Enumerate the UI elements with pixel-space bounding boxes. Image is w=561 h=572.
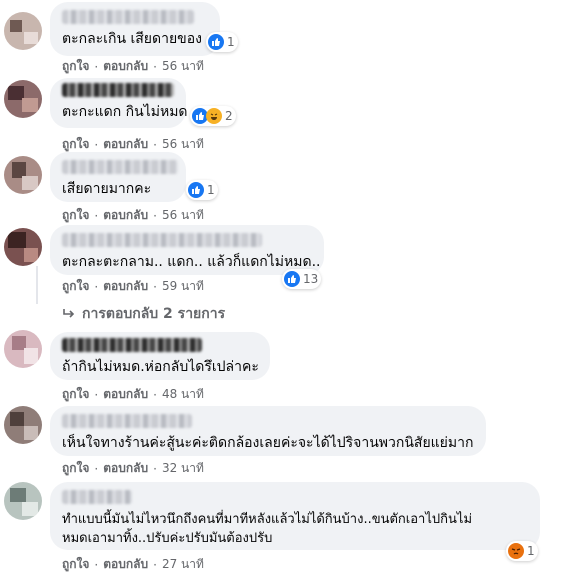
separator: · xyxy=(94,557,99,572)
thread-line xyxy=(36,266,38,304)
separator: · xyxy=(153,461,157,476)
comment-actions: ถูกใจ · ตอบกลับ · 27 นาที xyxy=(62,555,204,572)
commenter-name[interactable] xyxy=(62,338,202,352)
reply-button[interactable]: ตอบกลับ xyxy=(103,277,148,296)
like-button[interactable]: ถูกใจ xyxy=(62,555,89,572)
avatar[interactable] xyxy=(4,12,42,50)
reply-button[interactable]: ตอบกลับ xyxy=(103,385,148,404)
avatar[interactable] xyxy=(4,156,42,194)
reaction-summary[interactable]: 1 xyxy=(506,541,538,561)
reaction-summary[interactable]: 1 xyxy=(206,32,238,52)
separator: · xyxy=(94,387,99,402)
view-replies-link[interactable]: การตอบกลับ 2 รายการ xyxy=(62,303,225,325)
comment-text-line-1: ทำแบบนี้มันไม่ไหวนึกถึงคนที่มาทีหลังแล้ว… xyxy=(62,512,473,527)
comment-bubble: ตะกะแดก กินไม่หมด xyxy=(50,78,188,128)
reaction-count: 1 xyxy=(527,544,535,558)
reply-button[interactable]: ตอบกลับ xyxy=(103,555,148,572)
timestamp[interactable]: 56 นาที xyxy=(162,206,204,225)
avatar[interactable] xyxy=(4,482,42,520)
avatar[interactable] xyxy=(4,80,42,118)
comment-text: เห็นใจทางร้านค่ะสู้นะค่ะติดกล้องเลยค่ะจะ… xyxy=(62,435,474,451)
reaction-count: 2 xyxy=(225,109,233,123)
reaction-count: 13 xyxy=(303,272,319,286)
haha-icon xyxy=(206,108,222,124)
separator: · xyxy=(94,461,99,476)
comment-bubble: ทำแบบนี้มันไม่ไหวนึกถึงคนที่มาทีหลังแล้ว… xyxy=(50,482,540,550)
like-button[interactable]: ถูกใจ xyxy=(62,57,89,76)
timestamp[interactable]: 32 นาที xyxy=(162,459,204,478)
timestamp[interactable]: 59 นาที xyxy=(162,277,204,296)
reaction-summary[interactable]: 2 xyxy=(190,106,236,126)
reaction-count: 1 xyxy=(207,183,215,197)
like-button[interactable]: ถูกใจ xyxy=(62,459,89,478)
comment-text: ตะกะแดก กินไม่หมด xyxy=(62,104,188,120)
commenter-name[interactable] xyxy=(62,160,178,174)
like-icon xyxy=(284,271,300,287)
comment-bubble: ตะกละเกิน เสียดายของ xyxy=(50,2,220,56)
comment-actions: ถูกใจ · ตอบกลับ · 56 นาที xyxy=(62,206,204,225)
separator: · xyxy=(153,208,157,223)
separator: · xyxy=(153,557,157,572)
comment-text: ตะกละเกิน เสียดายของ xyxy=(62,31,202,47)
avatar[interactable] xyxy=(4,228,42,266)
like-button[interactable]: ถูกใจ xyxy=(62,277,89,296)
separator: · xyxy=(153,59,157,74)
angry-icon xyxy=(508,543,524,559)
reaction-count: 1 xyxy=(227,35,235,49)
timestamp[interactable]: 48 นาที xyxy=(162,385,204,404)
comment-actions: ถูกใจ · ตอบกลับ · 56 นาที xyxy=(62,57,204,76)
timestamp[interactable]: 27 นาที xyxy=(162,555,204,572)
comment-text-line-2: หมดเอามาทิ้ง..ปรับค่ะปรับมันต้องปรับ xyxy=(62,531,273,546)
comment-bubble: ถ้ากินไม่หมด.ห่อกลับไดรึเปล่าคะ xyxy=(50,332,270,380)
reply-button[interactable]: ตอบกลับ xyxy=(103,206,148,225)
separator: · xyxy=(94,59,99,74)
commenter-name[interactable] xyxy=(62,490,132,504)
like-button[interactable]: ถูกใจ xyxy=(62,385,89,404)
separator: · xyxy=(153,137,157,152)
view-replies-label: การตอบกลับ 2 รายการ xyxy=(82,306,226,322)
separator: · xyxy=(153,279,157,294)
separator: · xyxy=(94,279,99,294)
reply-arrow-icon xyxy=(63,309,75,318)
separator: · xyxy=(94,137,99,152)
avatar[interactable] xyxy=(4,406,42,444)
like-icon xyxy=(188,182,204,198)
like-button[interactable]: ถูกใจ xyxy=(62,206,89,225)
comment-bubble: ตะกละตะกลาม.. แดก.. แล้วก็แดกไม่หมด.. xyxy=(50,225,324,275)
reply-button[interactable]: ตอบกลับ xyxy=(103,459,148,478)
comment-text: เสียดายมากคะ xyxy=(62,181,152,197)
comment-bubble: เห็นใจทางร้านค่ะสู้นะค่ะติดกล้องเลยค่ะจะ… xyxy=(50,406,486,456)
avatar[interactable] xyxy=(4,330,42,368)
commenter-name[interactable] xyxy=(62,233,262,247)
commenter-name[interactable] xyxy=(62,83,174,97)
commenter-name[interactable] xyxy=(62,414,192,428)
reaction-summary[interactable]: 13 xyxy=(282,269,322,289)
comment-actions: ถูกใจ · ตอบกลับ · 48 นาที xyxy=(62,385,204,404)
comment-actions: ถูกใจ · ตอบกลับ · 59 นาที xyxy=(62,277,204,296)
comment-text: ตะกละตะกลาม.. แดก.. แล้วก็แดกไม่หมด.. xyxy=(62,254,321,270)
comment-bubble: เสียดายมากคะ xyxy=(50,152,186,202)
comment-text: ถ้ากินไม่หมด.ห่อกลับไดรึเปล่าคะ xyxy=(62,359,259,375)
timestamp[interactable]: 56 นาที xyxy=(162,57,204,76)
separator: · xyxy=(153,387,157,402)
reply-button[interactable]: ตอบกลับ xyxy=(103,57,148,76)
like-icon xyxy=(208,34,224,50)
commenter-name[interactable] xyxy=(62,10,194,24)
separator: · xyxy=(94,208,99,223)
reaction-summary[interactable]: 1 xyxy=(186,180,218,200)
comment-actions: ถูกใจ · ตอบกลับ · 32 นาที xyxy=(62,459,204,478)
